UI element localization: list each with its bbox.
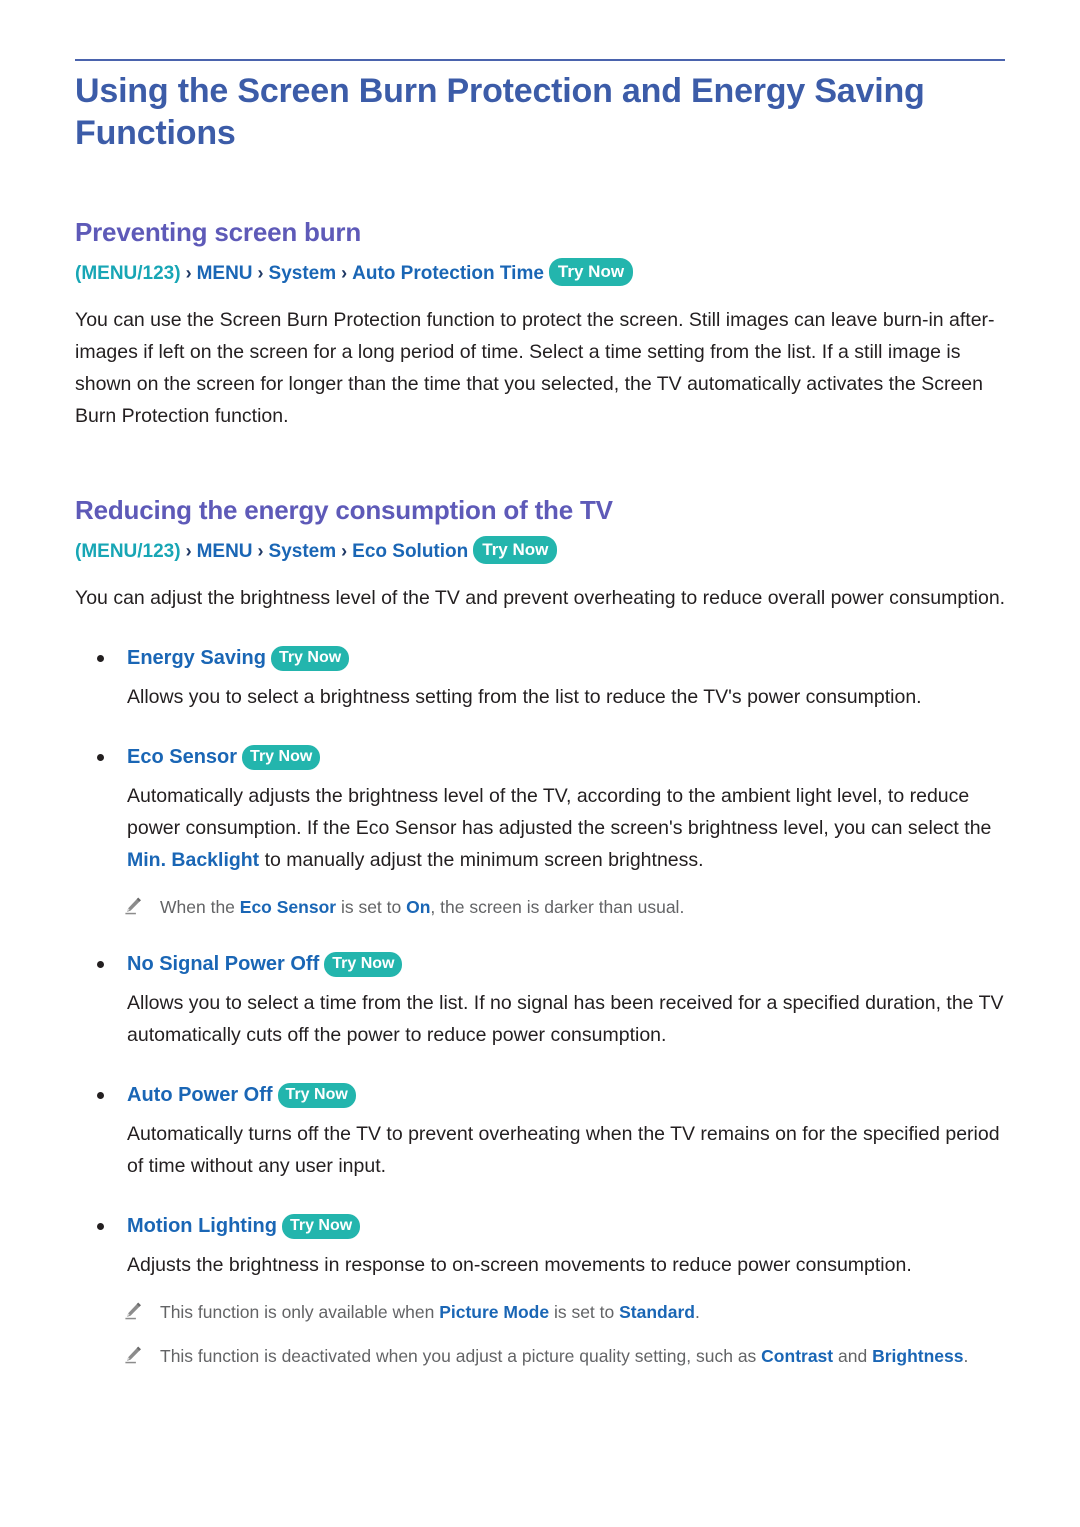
breadcrumb-separator-icon: › bbox=[341, 263, 348, 283]
bullet-description-eco-sensor: Automatically adjusts the brightness lev… bbox=[75, 780, 1010, 876]
breadcrumb-item-menu123[interactable]: MENU/123 bbox=[81, 263, 174, 284]
list-item: Energy Saving Try Now Allows you to selec… bbox=[75, 644, 1010, 713]
breadcrumb-item-menu[interactable]: MENU bbox=[197, 541, 253, 562]
breadcrumb-separator-icon: › bbox=[257, 263, 264, 283]
inline-setting-min-backlight[interactable]: Min. Backlight bbox=[127, 849, 259, 871]
breadcrumb-close-paren: ) bbox=[174, 263, 181, 284]
note-text-pre: When the bbox=[160, 897, 240, 917]
section-paragraph-preventing-screen-burn: You can use the Screen Burn Protection f… bbox=[75, 309, 995, 427]
note-text-post: . bbox=[694, 1302, 700, 1322]
note-text-post: . bbox=[963, 1346, 969, 1366]
bullet-description-text: Automatically turns off the TV to preven… bbox=[127, 1123, 1000, 1177]
section-paragraph-reducing-energy-consumption: You can adjust the brightness level of t… bbox=[75, 587, 1006, 609]
bullet-heading-no-signal-power-off: No Signal Power Off Try Now bbox=[75, 950, 1010, 978]
list-item: Motion Lighting Try Now Adjusts the brigh… bbox=[75, 1212, 1010, 1369]
bullet-description-text: Adjusts the brightness in response to on… bbox=[127, 1254, 912, 1276]
bullet-dot-icon bbox=[97, 961, 104, 968]
breadcrumb-auto-protection-time: (MENU/123) › MENU › System › Auto Protection T… bbox=[75, 258, 1010, 288]
bullet-description-energy-saving: Allows you to select a brightness settin… bbox=[75, 681, 1010, 713]
section-heading-reducing-energy-consumption: Reducing the energy consumption of the T… bbox=[75, 495, 613, 525]
note-motion-lighting-picture-mode: This function is only available when Pic… bbox=[75, 1299, 1010, 1325]
note-text-post: , the screen is darker than usual. bbox=[430, 897, 685, 917]
breadcrumb-separator-icon: › bbox=[185, 263, 192, 283]
inline-value-standard[interactable]: Standard bbox=[619, 1302, 695, 1322]
document-content: Using the Screen Burn Protection and Ene… bbox=[75, 70, 1010, 1369]
breadcrumb-eco-solution: (MENU/123) › MENU › System › Eco Solution Try N… bbox=[75, 536, 1010, 566]
inline-setting-contrast[interactable]: Contrast bbox=[761, 1346, 833, 1366]
pencil-icon bbox=[125, 1302, 141, 1320]
try-now-badge[interactable]: Try Now bbox=[277, 1083, 356, 1108]
bullet-description-motion-lighting: Adjusts the brightness in response to on… bbox=[75, 1249, 1010, 1281]
try-now-badge[interactable]: Try Now bbox=[281, 1214, 361, 1239]
bullet-description-auto-power-off: Automatically turns off the TV to preven… bbox=[75, 1118, 1010, 1182]
bullet-heading-eco-sensor: Eco Sensor Try Now bbox=[75, 743, 1010, 771]
note-text-pre: This function is only available when bbox=[160, 1302, 440, 1322]
pencil-icon bbox=[125, 897, 141, 915]
note-text-pre: This function is deactivated when you ad… bbox=[160, 1346, 762, 1366]
bullet-description-text: Allows you to select a time from the lis… bbox=[127, 992, 1004, 1046]
inline-value-on[interactable]: On bbox=[406, 897, 430, 917]
bullet-label: Energy Saving bbox=[127, 647, 266, 669]
bullet-description-text: Allows you to select a brightness settin… bbox=[127, 686, 922, 708]
try-now-badge[interactable]: Try Now bbox=[548, 258, 634, 286]
breadcrumb-separator-icon: › bbox=[185, 541, 192, 561]
inline-setting-picture-mode[interactable]: Picture Mode bbox=[439, 1302, 549, 1322]
pencil-icon bbox=[125, 1346, 141, 1364]
bullet-label: Eco Sensor bbox=[127, 746, 238, 768]
note-text-mid: is set to bbox=[336, 897, 407, 917]
document-page: Using the Screen Burn Protection and Ene… bbox=[0, 0, 1080, 1527]
breadcrumb-item-system[interactable]: System bbox=[269, 541, 337, 562]
note-eco-sensor: When the Eco Sensor is set to On, the sc… bbox=[75, 894, 1010, 920]
eco-solution-options-list: Energy Saving Try Now Allows you to selec… bbox=[75, 644, 1010, 1369]
bullet-dot-icon bbox=[97, 1092, 104, 1099]
list-item: Auto Power Off Try Now Automatically turn… bbox=[75, 1081, 1010, 1182]
list-item: Eco Sensor Try Now Automatically adjusts … bbox=[75, 743, 1010, 920]
bullet-dot-icon bbox=[97, 754, 104, 761]
note-text-mid: is set to bbox=[549, 1302, 620, 1322]
list-item: No Signal Power Off Try Now Allows you to… bbox=[75, 950, 1010, 1051]
bullet-dot-icon bbox=[97, 1223, 104, 1230]
breadcrumb-item-menu[interactable]: MENU bbox=[197, 263, 253, 284]
breadcrumb-close-paren: ) bbox=[174, 541, 181, 562]
bullet-description-no-signal-power-off: Allows you to select a time from the lis… bbox=[75, 987, 1010, 1051]
note-text-mid: and bbox=[833, 1346, 873, 1366]
inline-setting-brightness[interactable]: Brightness bbox=[872, 1346, 963, 1366]
bullet-description-text-tail: to manually adjust the minimum screen br… bbox=[259, 849, 704, 871]
try-now-badge[interactable]: Try Now bbox=[242, 745, 321, 770]
breadcrumb-item-menu123[interactable]: MENU/123 bbox=[81, 541, 174, 562]
page-title: Using the Screen Burn Protection and Ene… bbox=[75, 72, 925, 152]
bullet-heading-energy-saving: Energy Saving Try Now bbox=[75, 644, 1010, 672]
bullet-description-text: Automatically adjusts the brightness lev… bbox=[127, 785, 992, 839]
bullet-label: No Signal Power Off bbox=[127, 953, 320, 975]
note-motion-lighting-picture-quality: This function is deactivated when you ad… bbox=[75, 1343, 1010, 1369]
bullet-label: Motion Lighting bbox=[127, 1215, 277, 1237]
breadcrumb-item-eco-solution[interactable]: Eco Solution bbox=[352, 541, 468, 562]
bullet-dot-icon bbox=[97, 655, 104, 662]
breadcrumb-separator-icon: › bbox=[341, 541, 348, 561]
title-divider bbox=[75, 59, 1005, 61]
breadcrumb-item-system[interactable]: System bbox=[269, 263, 337, 284]
breadcrumb-item-auto-protection-time[interactable]: Auto Protection Time bbox=[352, 263, 544, 284]
bullet-label: Auto Power Off bbox=[127, 1084, 273, 1106]
try-now-badge[interactable]: Try Now bbox=[270, 646, 350, 671]
try-now-badge[interactable]: Try Now bbox=[473, 536, 558, 564]
inline-setting-eco-sensor[interactable]: Eco Sensor bbox=[240, 897, 336, 917]
try-now-badge[interactable]: Try Now bbox=[324, 952, 403, 977]
bullet-heading-motion-lighting: Motion Lighting Try Now bbox=[75, 1212, 1010, 1240]
bullet-heading-auto-power-off: Auto Power Off Try Now bbox=[75, 1081, 1010, 1109]
breadcrumb-separator-icon: › bbox=[257, 541, 264, 561]
section-heading-preventing-screen-burn: Preventing screen burn bbox=[75, 217, 362, 247]
